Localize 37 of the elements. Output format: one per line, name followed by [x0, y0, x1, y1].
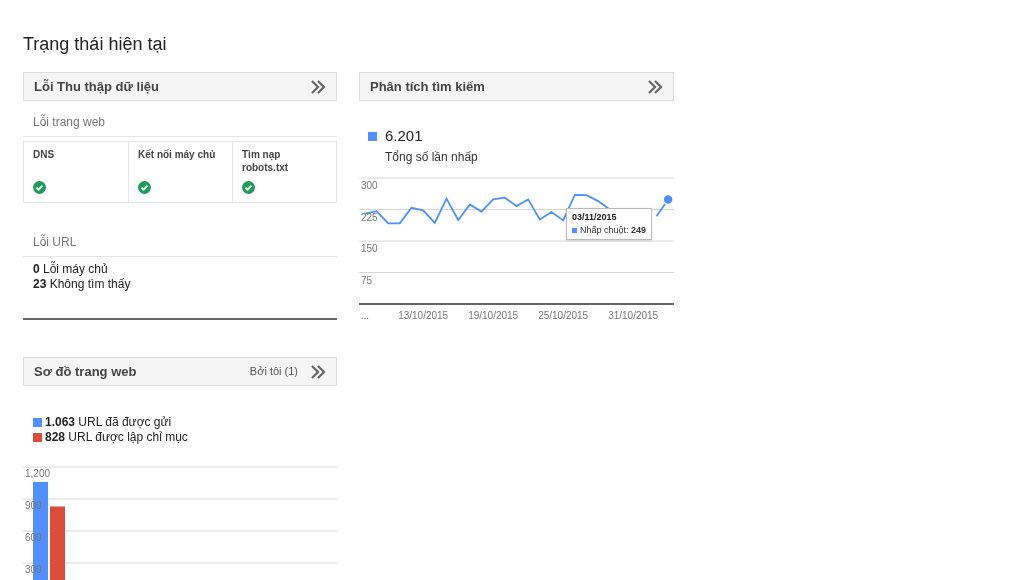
legend-label: 828 URL được lập chỉ mục [45, 430, 188, 445]
legend-square [368, 131, 377, 141]
check-label: Kết nối máy chủ [138, 148, 217, 161]
card-title: Phân tích tìm kiếm [370, 77, 485, 96]
axis-label: 31/10/2015 [608, 310, 659, 321]
double-chevron-icon[interactable] [647, 79, 663, 94]
double-chevron-icon[interactable] [310, 79, 326, 94]
legend-square [572, 228, 577, 233]
axis-label: 300 [361, 180, 378, 191]
section-heading: Lỗi trang web [23, 113, 337, 137]
axis-label: ... [360, 310, 369, 321]
axis-label: 19/10/2015 [468, 310, 519, 321]
axis-label: 225 [361, 211, 378, 223]
filter-link[interactable]: Bởi tôi (1) [249, 363, 298, 380]
total-label: Tổng số lần nhấp [384, 149, 479, 166]
card-title: Lỗi Thu thập dữ liệu [34, 77, 159, 96]
double-chevron-icon[interactable] [310, 364, 326, 379]
point-marker[interactable] [662, 193, 674, 206]
axis-label: 13/10/2015 [398, 310, 449, 321]
error-count: 23 Không tìm thấy [33, 277, 132, 292]
check-label: Tìm nạp robots.txt [242, 148, 290, 174]
axis-label: 75 [361, 274, 373, 286]
axis-label: 900 [25, 500, 42, 511]
legend-label: 1.063 URL đã được gửi [45, 415, 172, 430]
check-label: DNS [33, 148, 56, 161]
tooltip-date: 03/11/2015 [572, 211, 618, 224]
axis-label: 1,200 [25, 468, 51, 479]
page-title: Trạng thái hiện tại [23, 33, 168, 55]
axis-label: 150 [361, 243, 378, 254]
section-heading: Lỗi URL [23, 233, 337, 257]
card-title: Sơ đồ trang web [34, 362, 137, 381]
error-count: 0 Lỗi máy chủ [33, 262, 109, 277]
axis-label: 300 [25, 564, 42, 575]
axis-label: 600 [25, 532, 42, 543]
total-clicks: 6.201 [385, 127, 423, 145]
axis-label: 25/10/2015 [538, 310, 589, 321]
tooltip-value: Nhấp chuột: 249 [580, 224, 647, 237]
